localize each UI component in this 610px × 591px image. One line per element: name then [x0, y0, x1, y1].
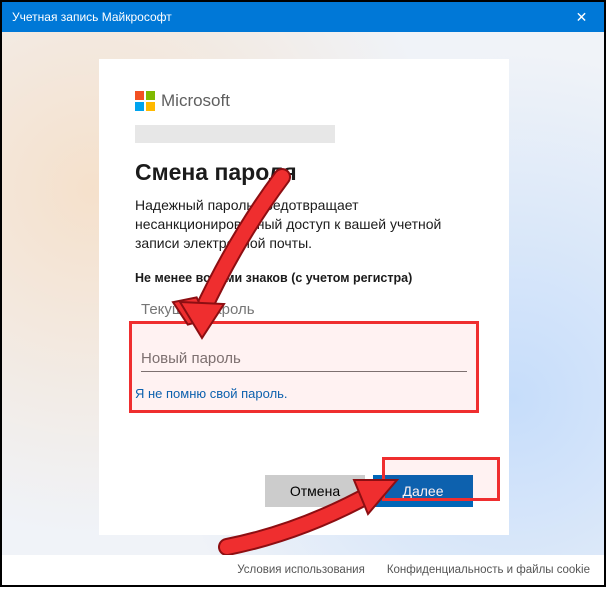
- forgot-password-link[interactable]: Я не помню свой пароль.: [135, 386, 288, 401]
- terms-link[interactable]: Условия использования: [237, 564, 365, 576]
- button-row: Отмена Далее: [265, 475, 473, 507]
- microsoft-logo-icon: [135, 91, 155, 111]
- current-password-input[interactable]: [141, 295, 467, 324]
- title-bar: Учетная запись Майкрософт ✕: [2, 2, 604, 32]
- brand-row: Microsoft: [135, 91, 473, 111]
- brand-name: Microsoft: [161, 91, 230, 111]
- password-fields-group: [135, 293, 473, 372]
- new-password-input[interactable]: [141, 344, 467, 372]
- cancel-button[interactable]: Отмена: [265, 475, 365, 507]
- window-title: Учетная запись Майкрософт: [2, 10, 172, 24]
- description-text: Надежный пароль предотвращает несанкцион…: [135, 196, 473, 253]
- next-button[interactable]: Далее: [373, 475, 473, 507]
- footer-links: Условия использования Конфиденциальность…: [2, 555, 604, 585]
- privacy-link[interactable]: Конфиденциальность и файлы cookie: [387, 564, 590, 576]
- password-hint: Не менее восьми знаков (с учетом регистр…: [135, 271, 473, 285]
- page-title: Смена пароля: [135, 159, 473, 186]
- account-email-redacted: [135, 125, 335, 143]
- close-icon[interactable]: ✕: [559, 2, 604, 32]
- dialog-card: Microsoft Смена пароля Надежный пароль п…: [99, 59, 509, 535]
